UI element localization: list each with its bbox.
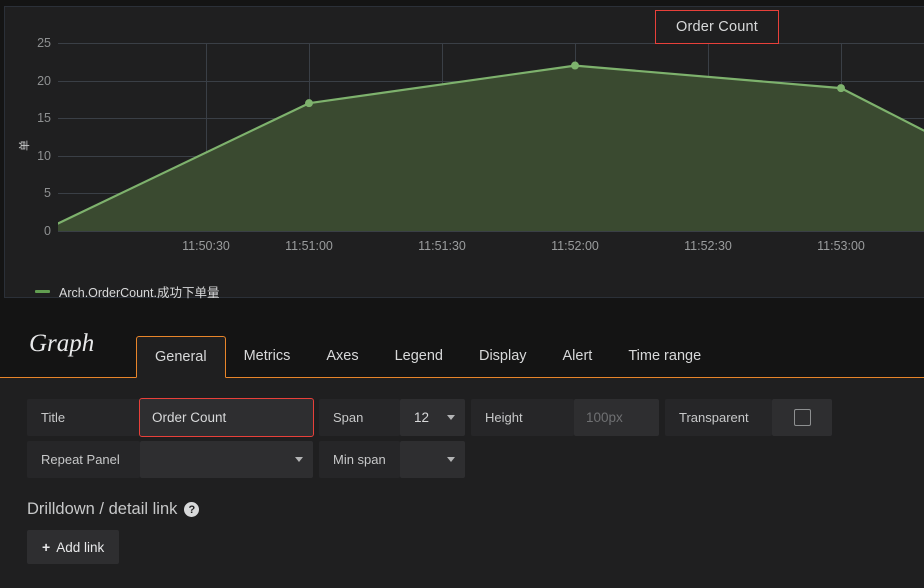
- plot-area: 25 20 15 10 5 0 11:50:30 11:51:00 11:51:…: [37, 36, 924, 253]
- height-field-label: Height: [471, 399, 574, 436]
- series-area-chart: [58, 61, 924, 231]
- transparent-field-label: Transparent: [665, 399, 772, 436]
- legend: Arch.OrderCount.成功下单量: [35, 282, 219, 301]
- x-axis-tick: 11:51:00: [285, 239, 333, 253]
- data-point[interactable]: [305, 99, 313, 108]
- y-axis-tick: 25: [37, 36, 51, 50]
- panel-editor: Graph General Metrics Axes Legend Displa…: [0, 300, 924, 588]
- y-axis-tick: 20: [37, 73, 51, 88]
- x-axis-tick: 11:53:00: [817, 239, 865, 253]
- legend-color-swatch: [35, 290, 50, 293]
- form-row-secondary: Repeat Panel Min span: [27, 441, 924, 478]
- data-point[interactable]: [837, 84, 845, 93]
- transparent-checkbox[interactable]: [772, 399, 832, 436]
- gridline-horizontal: [58, 231, 924, 232]
- tab-axes[interactable]: Axes: [308, 335, 376, 377]
- tab-general[interactable]: General: [136, 336, 226, 378]
- y-axis-tick: 15: [37, 111, 51, 126]
- data-point[interactable]: [571, 61, 579, 70]
- add-link-label: Add link: [56, 539, 105, 555]
- x-axis-tick: 11:50:30: [182, 239, 230, 253]
- span-field-label: Span: [319, 399, 400, 436]
- add-link-button[interactable]: + Add link: [27, 530, 120, 564]
- editor-tablist: General Metrics Axes Legend Display Aler…: [136, 300, 719, 378]
- plus-icon: +: [42, 539, 51, 555]
- tab-legend[interactable]: Legend: [377, 335, 461, 377]
- editor-panel-type: Graph: [29, 330, 95, 357]
- y-axis-tick: 5: [44, 186, 51, 201]
- tab-display[interactable]: Display: [461, 335, 545, 377]
- x-axis-tick: 11:52:00: [551, 239, 599, 253]
- panel-title-highlight[interactable]: Order Count: [655, 10, 779, 44]
- span-value: 12: [414, 410, 430, 425]
- y-axis-title: 单: [19, 140, 31, 151]
- x-axis-tick: 11:52:30: [684, 239, 732, 253]
- chevron-down-icon: [447, 457, 455, 462]
- title-input[interactable]: [139, 398, 314, 437]
- chevron-down-icon: [447, 415, 455, 420]
- repeat-panel-select[interactable]: [140, 441, 313, 478]
- tab-time-range[interactable]: Time range: [610, 335, 719, 377]
- tab-metrics[interactable]: Metrics: [226, 335, 309, 377]
- graph-panel: Order Count 单 25 20 15 10 5 0 11:50:30 1…: [4, 6, 924, 301]
- drilldown-heading: Drilldown / detail link ?: [27, 500, 924, 519]
- min-span-field-label: Min span: [319, 441, 400, 478]
- drilldown-section: Drilldown / detail link ? + Add link: [27, 500, 924, 564]
- panel-title: Order Count: [676, 19, 758, 35]
- y-axis-tick: 0: [44, 224, 51, 238]
- title-field-label: Title: [27, 399, 140, 436]
- y-axis-tick: 10: [37, 148, 51, 163]
- help-icon[interactable]: ?: [184, 502, 200, 517]
- tab-content-general: Title Span 12 Height Transparent Repeat …: [0, 378, 924, 588]
- legend-item-label[interactable]: Arch.OrderCount.成功下单量: [59, 282, 219, 301]
- span-select[interactable]: 12: [400, 399, 465, 436]
- height-input[interactable]: [574, 399, 659, 436]
- drilldown-heading-label: Drilldown / detail link: [27, 500, 178, 518]
- tab-alert[interactable]: Alert: [545, 335, 611, 377]
- series-fill: [58, 65, 924, 231]
- editor-tabbar: Graph General Metrics Axes Legend Displa…: [0, 300, 924, 378]
- chevron-down-icon: [295, 457, 303, 462]
- checkbox-box-icon: [793, 409, 811, 426]
- repeat-panel-field-label: Repeat Panel: [27, 441, 140, 478]
- min-span-select[interactable]: [400, 441, 465, 478]
- form-row-primary: Title Span 12 Height Transparent: [27, 398, 924, 437]
- x-axis-tick: 11:51:30: [418, 239, 466, 253]
